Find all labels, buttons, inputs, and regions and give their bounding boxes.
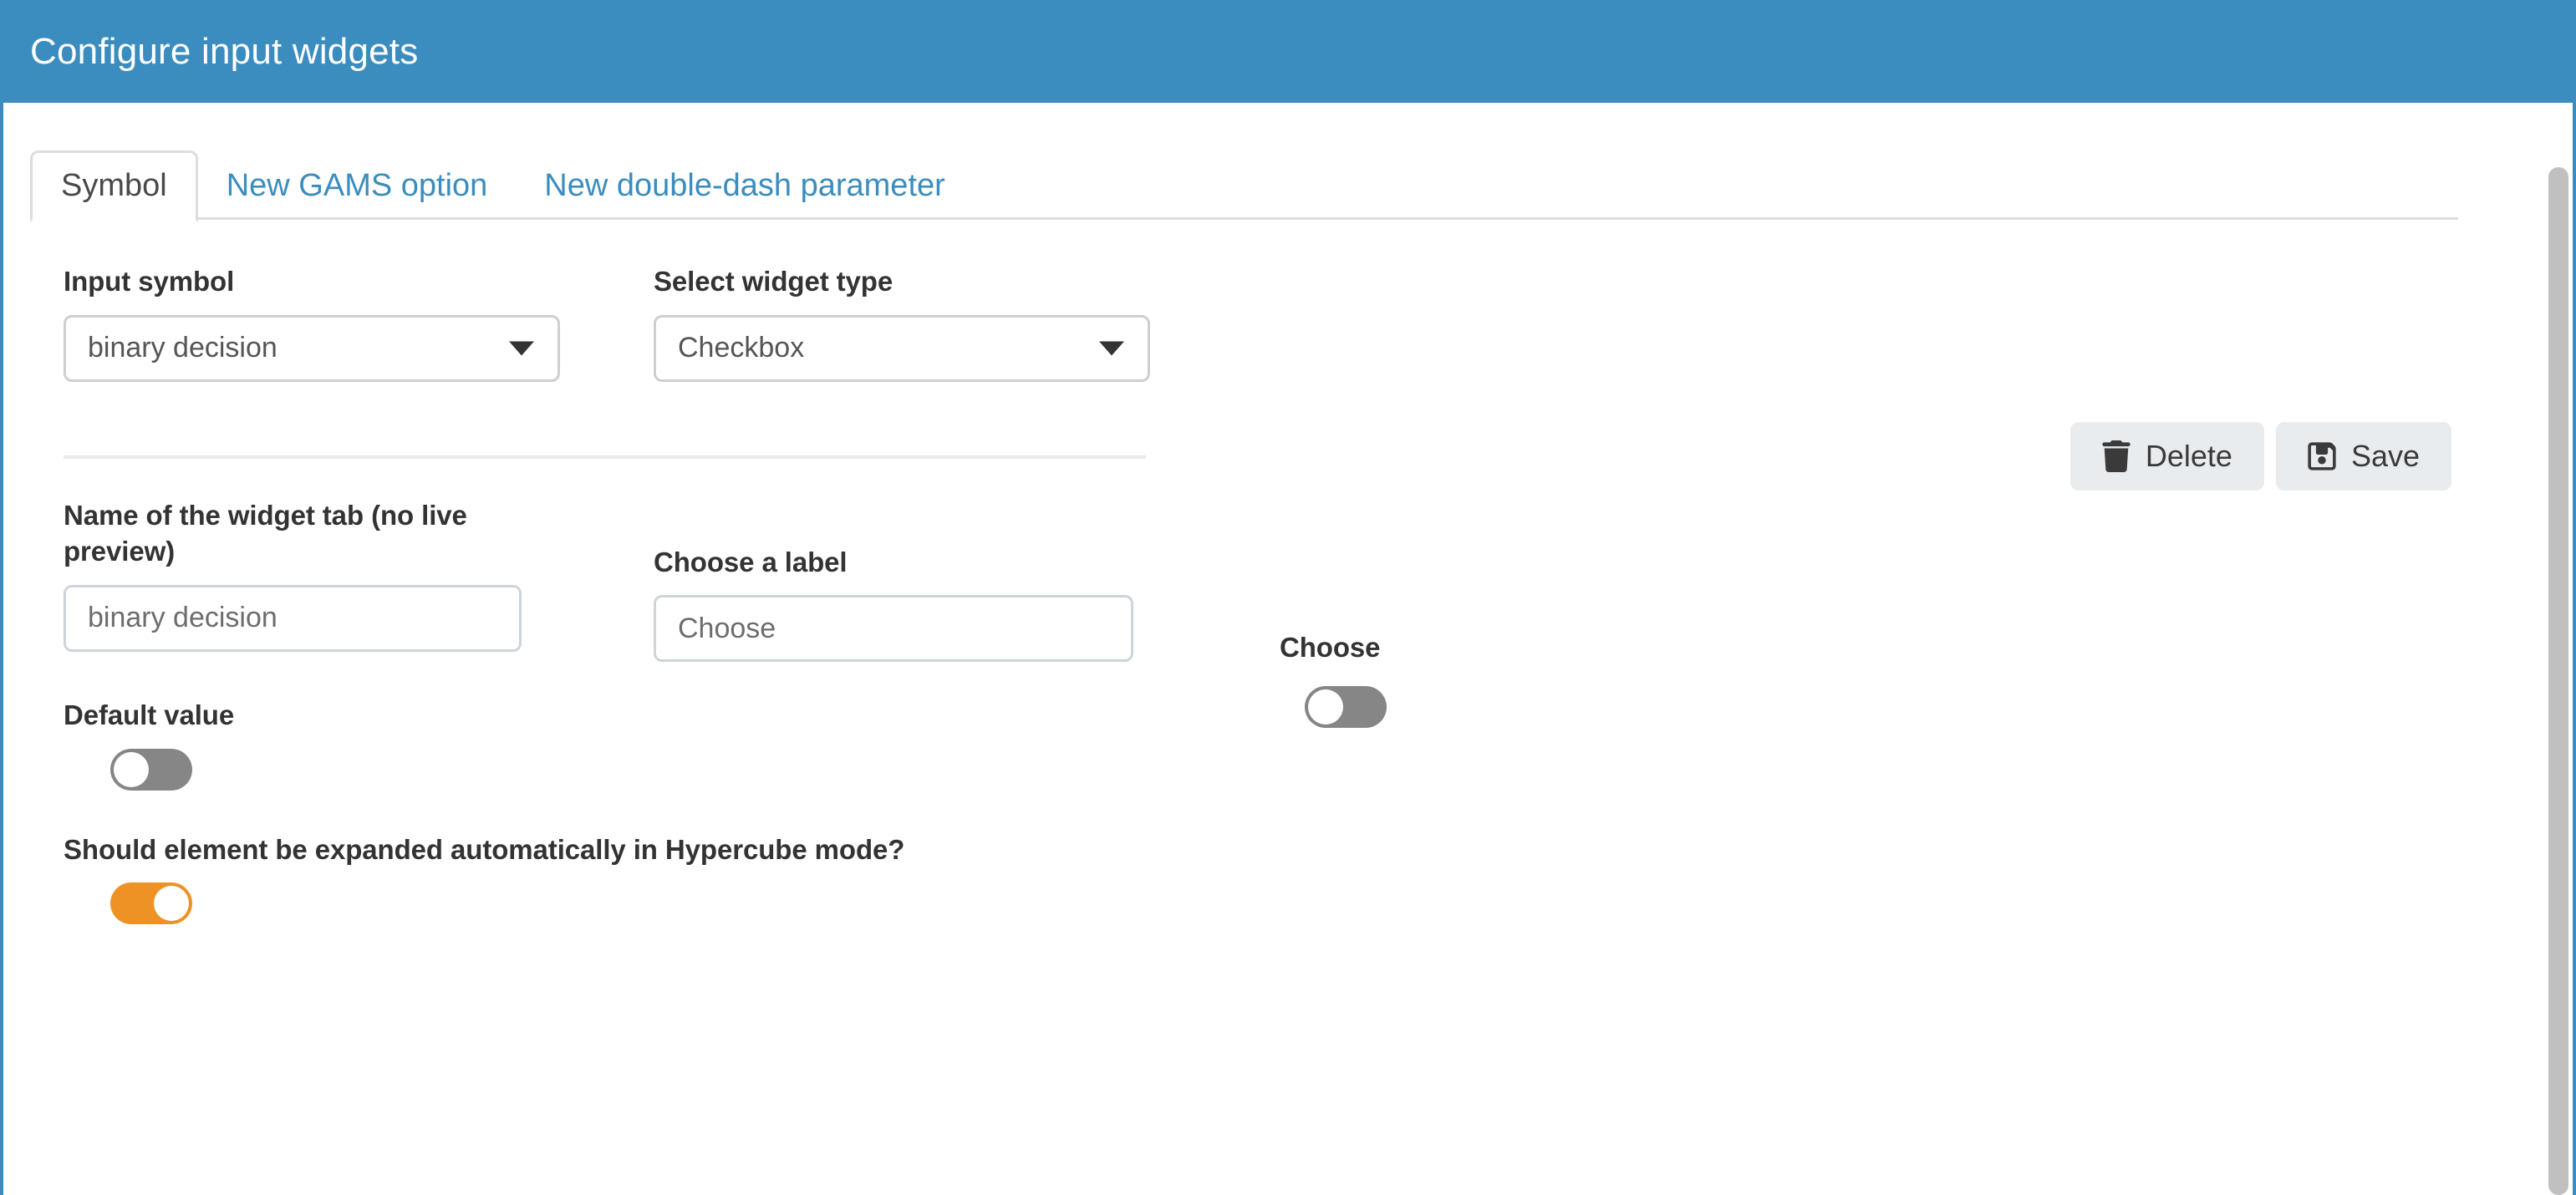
input-symbol-select[interactable]: binary decision xyxy=(64,314,560,382)
input-symbol-field: Input symbol binary decision xyxy=(64,263,654,382)
form-action-buttons: Delete Save xyxy=(2069,422,2451,491)
preview-choose-label: Choose xyxy=(1280,632,1381,663)
widget-config-form: Input symbol binary decision Select widg… xyxy=(3,263,2573,928)
window-title: Configure input widgets xyxy=(30,30,419,72)
tab-new-gams-option[interactable]: New GAMS option xyxy=(198,153,517,220)
preview-toggle-wrap xyxy=(1280,685,1387,732)
widget-tab-name-field: Name of the widget tab (no live preview)… xyxy=(64,497,654,652)
widget-tab-name-input[interactable]: binary decision xyxy=(64,584,522,652)
tab-bar: Symbol New GAMS option New double-dash p… xyxy=(30,103,2458,222)
vertical-scrollbar-track[interactable] xyxy=(2541,103,2569,1195)
choose-a-label-field: Choose a label Choose xyxy=(654,497,1244,663)
widget-type-value: Checkbox xyxy=(678,332,805,364)
toggle-knob xyxy=(154,886,189,922)
choose-a-label-value: Choose xyxy=(678,612,776,644)
toggle-knob xyxy=(1308,689,1343,725)
widget-type-select[interactable]: Checkbox xyxy=(654,314,1150,382)
save-button[interactable]: Save xyxy=(2275,422,2451,491)
vertical-scrollbar-thumb[interactable] xyxy=(2548,167,2568,1195)
dialog-body: Symbol New GAMS option New double-dash p… xyxy=(3,103,2573,1195)
window-titlebar: Configure input widgets xyxy=(3,0,2573,103)
selectors-row: Input symbol binary decision Select widg… xyxy=(64,263,2573,382)
tab-new-double-dash-parameter-label: New double-dash parameter xyxy=(544,168,945,203)
chevron-down-icon xyxy=(509,341,534,356)
input-symbol-value: binary decision xyxy=(88,332,277,364)
choose-a-label-input[interactable]: Choose xyxy=(654,595,1133,663)
widget-type-field: Select widget type Checkbox xyxy=(654,263,1244,382)
trash-icon xyxy=(2102,440,2131,472)
preview-choose-toggle[interactable] xyxy=(1305,685,1387,728)
save-button-label: Save xyxy=(2350,439,2420,473)
tab-symbol[interactable]: Symbol xyxy=(30,150,198,222)
hypercube-expand-toggle[interactable] xyxy=(110,882,192,925)
section-divider xyxy=(64,455,1146,459)
tab-new-double-dash-parameter[interactable]: New double-dash parameter xyxy=(516,153,974,220)
widget-tab-name-label: Name of the widget tab (no live preview) xyxy=(64,499,467,567)
tab-new-gams-option-label: New GAMS option xyxy=(226,168,488,203)
toggle-knob xyxy=(114,751,149,787)
delete-button-label: Delete xyxy=(2145,439,2232,473)
hypercube-expand-field: Should element be expanded automatically… xyxy=(64,831,2573,929)
hypercube-toggle-wrap xyxy=(64,882,2573,928)
configure-input-widgets-window: Configure input widgets Symbol New GAMS … xyxy=(0,0,2576,1195)
delete-button[interactable]: Delete xyxy=(2069,422,2264,491)
chevron-down-icon xyxy=(1099,341,1124,356)
default-value-toggle[interactable] xyxy=(110,748,192,791)
floppy-save-icon xyxy=(2308,440,2336,472)
widget-type-label: Select widget type xyxy=(654,266,893,297)
tab-symbol-label: Symbol xyxy=(61,168,167,203)
widget-live-preview: Choose xyxy=(1280,629,1387,732)
input-symbol-label: Input symbol xyxy=(64,266,235,297)
default-value-toggle-wrap xyxy=(64,748,2573,795)
widget-tab-name-value: binary decision xyxy=(88,602,277,634)
hypercube-expand-label: Should element be expanded automatically… xyxy=(64,833,905,865)
choose-a-label-label: Choose a label xyxy=(654,546,848,577)
